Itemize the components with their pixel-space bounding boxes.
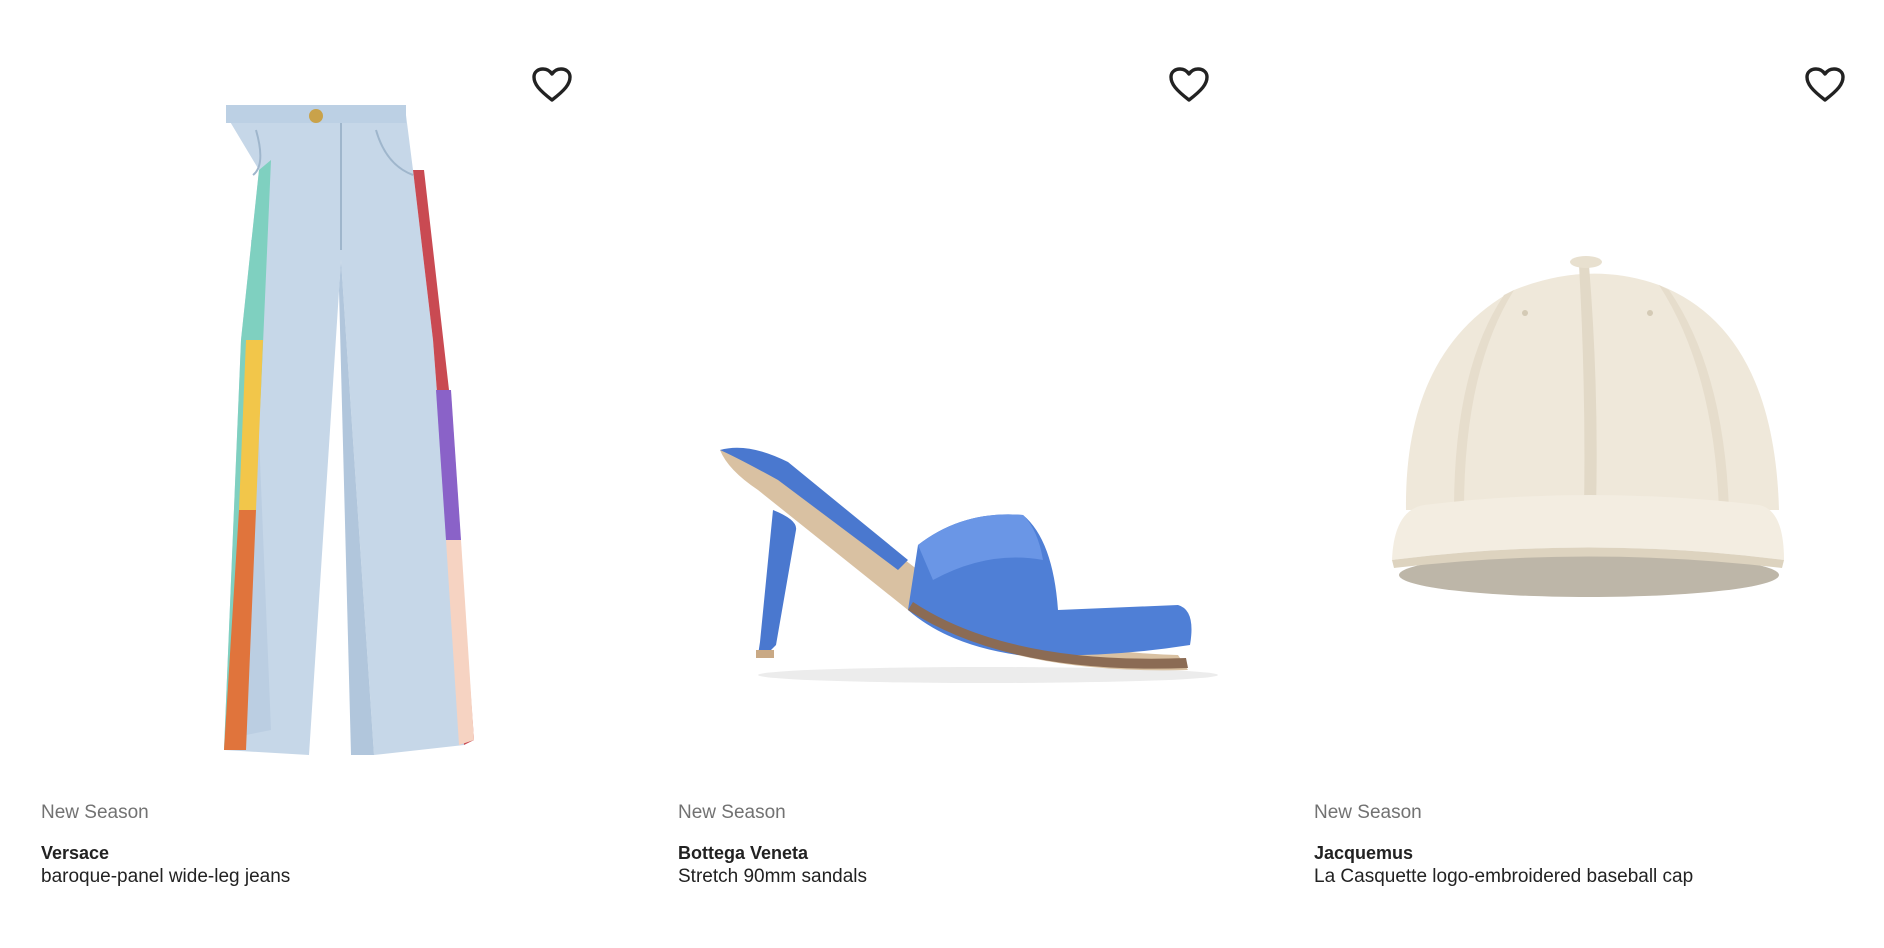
product-description: baroque-panel wide-leg jeans bbox=[41, 866, 291, 887]
cream-baseball-cap-image bbox=[1392, 256, 1784, 597]
product-image[interactable] bbox=[41, 90, 641, 780]
blue-heeled-sandal-image bbox=[720, 447, 1218, 683]
product-image[interactable] bbox=[678, 90, 1278, 780]
product-card[interactable]: New Season Bottega Veneta Stretch 90mm s… bbox=[678, 0, 1278, 948]
product-card[interactable]: New Season Jacquemus La Casquette logo-e… bbox=[1314, 0, 1884, 948]
product-description: La Casquette logo-embroidered baseball c… bbox=[1314, 866, 1694, 887]
product-grid: New Season Versace baroque-panel wide-le… bbox=[0, 0, 1884, 948]
brand-name: Jacquemus bbox=[1314, 843, 1414, 863]
season-label: New Season bbox=[1314, 802, 1422, 823]
product-card[interactable]: New Season Versace baroque-panel wide-le… bbox=[41, 0, 641, 948]
season-label: New Season bbox=[678, 802, 786, 823]
brand-name: Versace bbox=[41, 843, 110, 863]
product-info[interactable]: New Season Bottega Veneta Stretch 90mm s… bbox=[678, 801, 1278, 889]
product-image[interactable] bbox=[1314, 90, 1884, 780]
season-label: New Season bbox=[41, 802, 149, 823]
wide-leg-jeans-image bbox=[224, 105, 474, 755]
product-info[interactable]: New Season Versace baroque-panel wide-le… bbox=[41, 801, 641, 889]
product-description: Stretch 90mm sandals bbox=[678, 866, 868, 887]
product-info[interactable]: New Season Jacquemus La Casquette logo-e… bbox=[1314, 801, 1884, 889]
brand-name: Bottega Veneta bbox=[678, 843, 809, 863]
